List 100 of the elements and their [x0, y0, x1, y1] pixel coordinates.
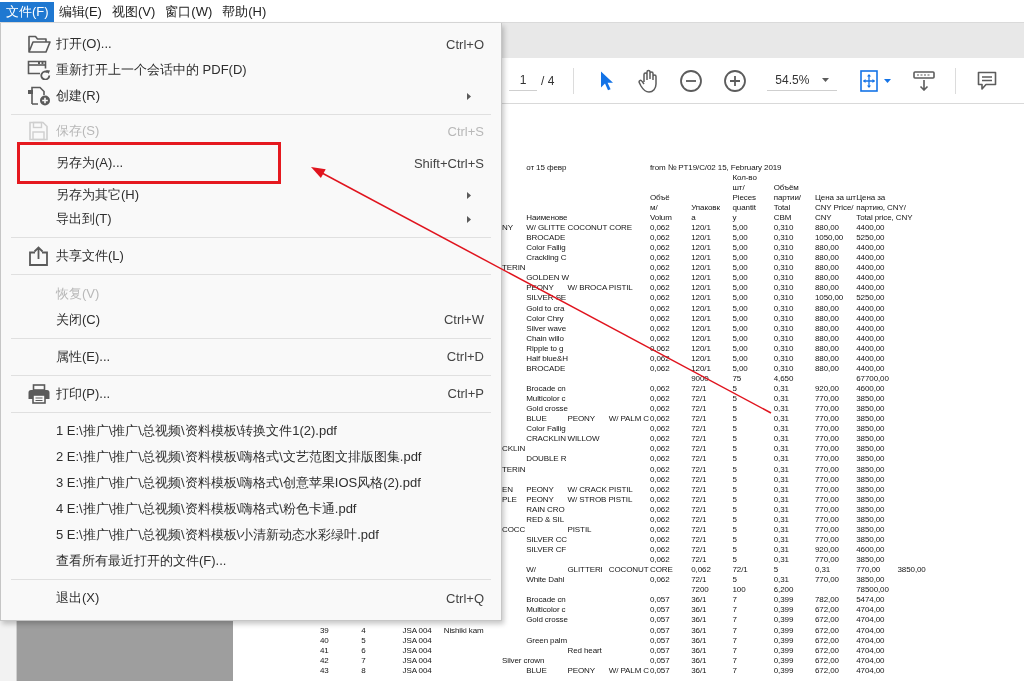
table-cell: 4704,00: [856, 635, 885, 646]
table-cell: 5: [732, 534, 737, 545]
menu-bar-item[interactable]: 视图(V): [106, 2, 161, 22]
table-cell: 39: [320, 625, 329, 636]
table-cell: 770,00: [815, 444, 839, 455]
table-cell: Multicolor c: [526, 394, 566, 405]
shortcut-text: Ctrl+Q: [446, 590, 484, 606]
menu-item[interactable]: 打印(P)... Ctrl+P: [1, 380, 501, 407]
menu-item[interactable]: 3 E:\推广\推广\总视频\资料模板\嗨格式\创意苹果IOS风格(2).pdf: [1, 470, 501, 497]
minus-circle-icon[interactable]: [680, 69, 703, 92]
table-cell: 9000: [691, 373, 709, 384]
table-cell: 0,057: [650, 595, 670, 606]
table-cell: 0,057: [650, 615, 670, 626]
plus-circle-icon[interactable]: [724, 69, 747, 92]
dropdown-caret-icon[interactable]: [822, 78, 830, 82]
table-cell: 770,00: [815, 404, 839, 415]
table-cell: 5: [732, 404, 737, 415]
shortcut-text: Ctrl+O: [446, 36, 484, 52]
menu-item[interactable]: 4 E:\推广\推广\总视频\资料模板\嗨格式\粉色卡通.pdf: [1, 496, 501, 523]
zoom-field[interactable]: 54.5%: [767, 70, 838, 91]
table-cell: 0,399: [773, 635, 794, 646]
menu-item[interactable]: 1 E:\推广\推广\总视频\资料模板\转换文件1(2).pdf: [1, 417, 501, 444]
table-cell: Color Fallig: [526, 243, 566, 254]
table-cell: Brocade cn: [526, 595, 566, 606]
page-number-field[interactable]: 1: [509, 70, 537, 91]
folder-icon: [27, 34, 51, 55]
table-cell: 120/1: [691, 283, 711, 294]
table-cell: 0,399: [773, 625, 794, 636]
table-cell: DOUBLE R: [526, 454, 567, 465]
menu-item[interactable]: 2 E:\推广\推广\总视频\资料模板\嗨格式\文艺范图文排版图集.pdf: [1, 443, 501, 471]
table-cell: 72/1: [691, 504, 707, 515]
menu-item[interactable]: 属性(E)... Ctrl+D: [1, 343, 501, 370]
table-cell: 120/1: [691, 223, 711, 234]
table-cell: 3850,00: [856, 474, 885, 485]
table-cell: 120/1: [691, 343, 711, 354]
table-cell: 5: [732, 464, 737, 475]
table-cell: 0,31: [773, 404, 789, 415]
menu-item[interactable]: 打开(O)... Ctrl+O: [1, 31, 501, 58]
table-cell: 36/1: [691, 645, 707, 656]
table-cell: 0,062: [650, 444, 670, 455]
table-cell: 770,00: [815, 454, 839, 465]
table-cell: 72/1: [691, 534, 707, 545]
table-cell: 5: [732, 414, 737, 425]
table-cell: W/ CRACK PISTIL: [567, 484, 633, 495]
menu-item[interactable]: 重新打开上一个会话中的 PDF(D): [1, 57, 501, 84]
cursor-icon[interactable]: [600, 70, 615, 91]
table-cell: 72/1: [691, 444, 707, 455]
menu-item[interactable]: 共享文件(L): [1, 243, 501, 270]
page-arrows-icon[interactable]: [860, 69, 879, 92]
table-cell: 4704,00: [856, 625, 885, 636]
table-cell: 0,057: [650, 625, 670, 636]
table-cell: 72/1: [691, 474, 707, 485]
table-cell: 5: [732, 424, 737, 435]
table-cell: 0,062: [650, 504, 670, 515]
dropdown-caret-icon[interactable]: [884, 78, 892, 83]
table-cell: 5,00: [732, 233, 748, 244]
menu-item[interactable]: 创建(R): [1, 83, 501, 110]
table-cell: 5,00: [732, 353, 748, 364]
menu-item[interactable]: 退出(X) Ctrl+Q: [1, 585, 501, 612]
menu-item[interactable]: 查看所有最近打开的文件(F)...: [1, 548, 501, 575]
menu-bar-item[interactable]: 帮助(H): [217, 2, 272, 22]
column-header: Цена за партию, CNY/ Total price, CNY: [856, 193, 913, 223]
table-cell: 7: [732, 665, 737, 676]
column-header: Упаковк а: [691, 203, 720, 223]
table-cell: 770,00: [815, 555, 839, 566]
document-plus-icon: [27, 86, 51, 107]
table-cell: 880,00: [815, 333, 839, 344]
table-cell: 72/1: [691, 545, 707, 556]
speech-bubble-icon[interactable]: [977, 70, 998, 91]
menu-item[interactable]: 另存为(A)... Shift+Ctrl+S: [1, 142, 501, 185]
menu-item[interactable]: 关闭(C) Ctrl+W: [1, 306, 501, 333]
table-cell: 0,062: [650, 313, 670, 324]
table-cell: 0,062: [650, 233, 670, 244]
table-cell: 0,399: [773, 665, 794, 676]
table-cell: CRACKLIN: [526, 434, 566, 445]
table-cell: 4704,00: [856, 605, 885, 616]
menu-bar-item[interactable]: 文件(F): [0, 2, 54, 22]
table-cell: 7: [732, 655, 737, 666]
table-cell: 5,00: [732, 253, 748, 264]
bar-down-arrow-icon[interactable]: [913, 70, 936, 91]
table-cell: Color Chry: [526, 313, 564, 324]
table-cell: 3850,00: [856, 454, 885, 465]
page-count: / 4: [541, 73, 555, 88]
table-cell: SILVER CC: [526, 534, 567, 545]
table-cell: 920,00: [815, 384, 839, 395]
menu-item[interactable]: 导出到(T): [1, 206, 501, 233]
table-cell: CORE: [650, 565, 673, 576]
table-cell: 0,31: [773, 514, 789, 525]
menu-item[interactable]: 另存为其它(H): [1, 184, 501, 207]
menu-bar-item[interactable]: 窗口(W): [160, 2, 218, 22]
table-cell: 67700,00: [856, 373, 889, 384]
table-cell: 0,062: [650, 555, 670, 566]
table-cell: Ripple to g: [526, 343, 564, 354]
table-cell: 672,00: [815, 605, 839, 616]
table-cell: TERIN: [502, 263, 526, 274]
table-cell: PEONY: [567, 665, 595, 676]
table-cell: 3850,00: [856, 494, 885, 505]
menu-bar-item[interactable]: 编辑(E): [53, 2, 107, 22]
table-cell: CKLIN: [502, 444, 526, 455]
menu-item[interactable]: 5 E:\推广\推广\总视频\资料模板\小清新动态水彩绿叶.pdf: [1, 522, 501, 549]
